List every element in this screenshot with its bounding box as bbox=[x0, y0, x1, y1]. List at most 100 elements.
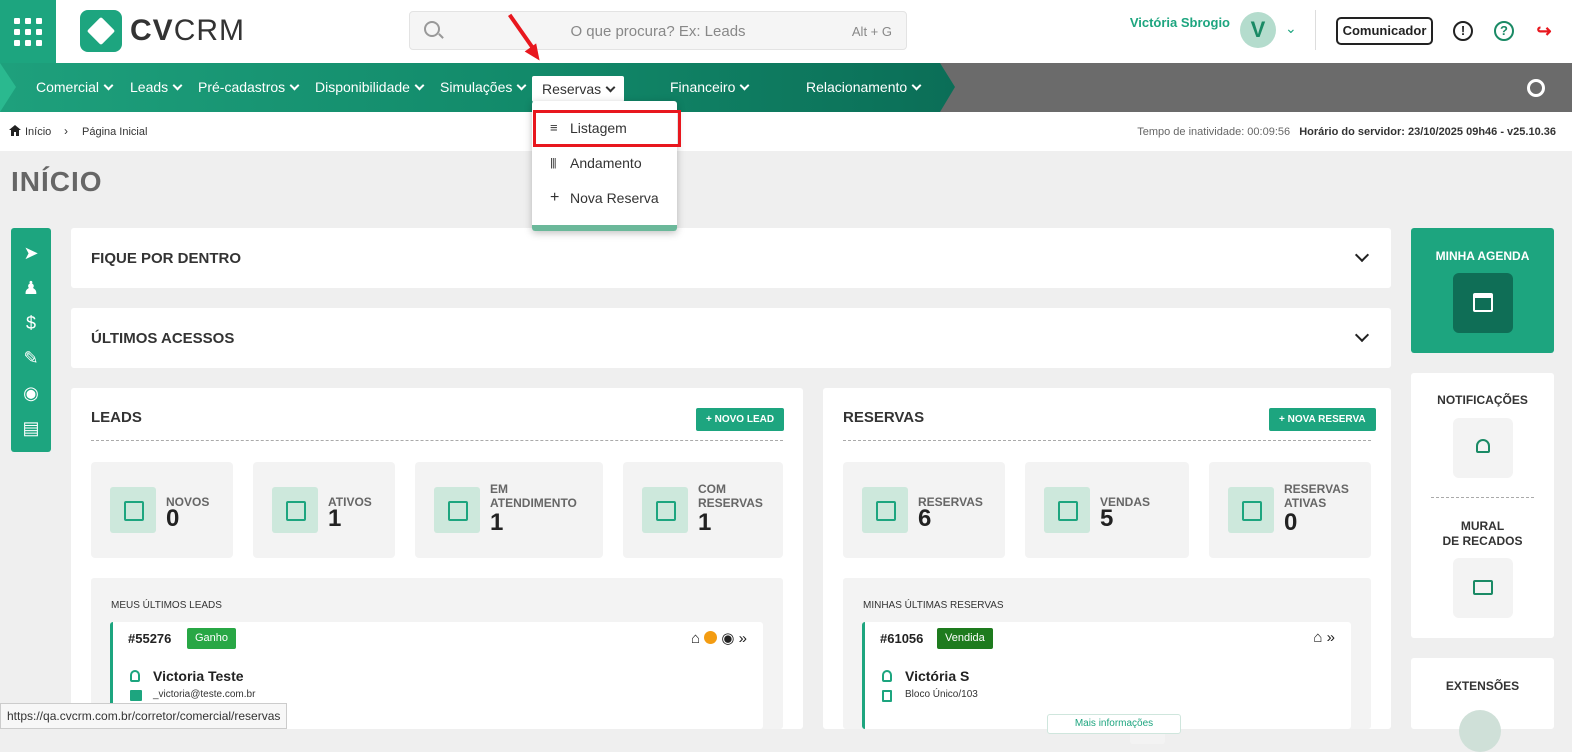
reserva-card[interactable]: #61056 Vendida ⌂ » Victória S Bloco Únic… bbox=[862, 622, 1351, 734]
menu-leads[interactable]: Leads bbox=[130, 63, 183, 112]
status-badge: Ganho bbox=[187, 628, 237, 649]
reservas-title: RESERVAS bbox=[843, 409, 925, 426]
plus-icon: + bbox=[550, 189, 560, 206]
menu-financeiro[interactable]: Financeiro bbox=[670, 63, 750, 112]
logo[interactable]: CVCRM bbox=[80, 10, 245, 52]
menu-relacionamento[interactable]: Relacionamento bbox=[806, 63, 922, 112]
reserva-actions: ⌂ » bbox=[1313, 629, 1335, 646]
inactivity-time: Tempo de inatividade: 00:09:56 bbox=[1137, 126, 1291, 138]
breadcrumb-home[interactable]: Início bbox=[25, 126, 51, 138]
users-icon[interactable]: ♟ bbox=[21, 278, 41, 298]
recent-reservas-title: MINHAS ÚLTIMAS RESERVAS bbox=[863, 600, 1004, 611]
building-icon bbox=[882, 690, 892, 702]
person-icon bbox=[130, 670, 140, 682]
dropdown-label: Nova Reserva bbox=[570, 190, 659, 206]
menu-disponibilidade[interactable]: Disponibilidade bbox=[315, 63, 425, 112]
leads-title: LEADS bbox=[91, 409, 142, 426]
divider bbox=[1315, 10, 1316, 50]
stat-value: 1 bbox=[490, 509, 504, 536]
status-dot-icon bbox=[704, 631, 718, 644]
chevron-down-icon[interactable]: ⌄ bbox=[1285, 20, 1297, 37]
stat-label: EM ATENDIMENTO bbox=[490, 482, 577, 510]
mural-icon[interactable] bbox=[1453, 558, 1513, 618]
breadcrumb: Início › Página Inicial Tempo de inativi… bbox=[0, 112, 1572, 151]
chevron-down-icon bbox=[739, 80, 750, 91]
dropdown-label: Andamento bbox=[570, 155, 642, 171]
logo-text-rest: CRM bbox=[173, 14, 246, 47]
edit-icon[interactable]: ✎ bbox=[21, 348, 41, 368]
divider bbox=[91, 440, 783, 441]
extension-icon[interactable] bbox=[1459, 710, 1501, 752]
mais-informacoes-button[interactable]: Mais informações bbox=[1047, 714, 1181, 734]
tag-icon[interactable]: ◉ bbox=[21, 383, 41, 403]
reserva-name[interactable]: Victória S bbox=[905, 668, 969, 684]
extensoes-title: EXTENSÕES bbox=[1445, 679, 1520, 693]
calendar-icon[interactable] bbox=[1453, 273, 1513, 333]
menu-simulacoes[interactable]: Simulações bbox=[440, 63, 527, 112]
novo-lead-button[interactable]: + NOVO LEAD bbox=[696, 408, 785, 431]
reservas-dropdown: ≡ Listagem ||| Andamento + Nova Reserva bbox=[532, 101, 677, 231]
fique-por-dentro-panel[interactable]: FIQUE POR DENTRO bbox=[71, 228, 1391, 288]
stat-ativos[interactable]: ATIVOS 1 bbox=[253, 462, 395, 558]
stat-reservas[interactable]: RESERVAS 6 bbox=[843, 462, 1005, 558]
stat-vendas[interactable]: VENDAS 5 bbox=[1025, 462, 1189, 558]
extensions-panel: EXTENSÕES bbox=[1411, 658, 1554, 752]
nova-reserva-button[interactable]: + NOVA RESERVA bbox=[1269, 408, 1376, 431]
comunicador-button[interactable]: Comunicador bbox=[1336, 17, 1433, 45]
menu-label: Pré-cadastros bbox=[198, 79, 286, 95]
chevron-down-icon[interactable] bbox=[1354, 247, 1370, 263]
dropdown-label: Listagem bbox=[570, 120, 627, 136]
chevron-down-icon bbox=[911, 80, 922, 91]
dropdown-item-nova-reserva[interactable]: + Nova Reserva bbox=[532, 181, 677, 215]
bell-icon[interactable] bbox=[1453, 418, 1513, 478]
lead-name[interactable]: Victoria Teste bbox=[153, 668, 244, 684]
recent-leads-title: MEUS ÚLTIMOS LEADS bbox=[111, 600, 222, 611]
gear-icon[interactable] bbox=[1527, 79, 1545, 97]
info-icon[interactable]: ! bbox=[1453, 21, 1473, 41]
stat-com-reservas[interactable]: COM RESERVAS 1 bbox=[623, 462, 783, 558]
double-chevron-icon[interactable]: » bbox=[1327, 629, 1335, 646]
top-bar: CVCRM O que procura? Ex: Leads Alt + G V… bbox=[0, 0, 1572, 744]
avatar[interactable]: V bbox=[1240, 12, 1276, 48]
menu-pre-cadastros[interactable]: Pré-cadastros bbox=[198, 63, 300, 112]
register-icon[interactable]: ▤ bbox=[21, 418, 41, 438]
logout-icon[interactable]: ↪ bbox=[1534, 21, 1554, 41]
minha-agenda-panel[interactable]: MINHA AGENDA bbox=[1411, 228, 1554, 353]
chevron-down-icon[interactable] bbox=[1354, 327, 1370, 343]
rocket-icon[interactable]: ➤ bbox=[21, 243, 41, 263]
ultimos-acessos-panel[interactable]: ÚLTIMOS ACESSOS bbox=[71, 308, 1391, 368]
divider bbox=[843, 440, 1371, 441]
fique-title: FIQUE POR DENTRO bbox=[91, 250, 242, 267]
mural-title-1: MURAL bbox=[1460, 519, 1505, 533]
menu-comercial[interactable]: Comercial bbox=[36, 63, 114, 112]
chevron-down-icon bbox=[289, 80, 300, 91]
stat-em-atendimento[interactable]: EM ATENDIMENTO 1 bbox=[415, 462, 603, 558]
list-icon: ≡ bbox=[550, 120, 558, 135]
dollar-icon[interactable]: $ bbox=[21, 313, 41, 333]
stat-reservas-ativas[interactable]: RESERVAS ATIVAS 0 bbox=[1209, 462, 1371, 558]
lead-email: _victoria@teste.com.br bbox=[153, 689, 256, 700]
search-box[interactable]: O que procura? Ex: Leads Alt + G bbox=[409, 11, 907, 50]
reserva-unit: Bloco Único/103 bbox=[905, 689, 978, 700]
menu-reservas[interactable]: Reservas bbox=[532, 76, 625, 102]
house-icon bbox=[272, 487, 318, 533]
home-icon[interactable]: ⌂ bbox=[691, 630, 700, 647]
logo-mark-icon bbox=[80, 10, 122, 52]
mural-title-2: DE RECADOS bbox=[1442, 534, 1523, 548]
dropdown-item-listagem[interactable]: ≡ Listagem bbox=[532, 111, 677, 145]
main-menu: Comercial Leads Pré-cadastros Disponibil… bbox=[0, 63, 1572, 112]
lead-id: #55276 bbox=[128, 631, 172, 646]
menu-label: Relacionamento bbox=[806, 79, 908, 95]
help-icon[interactable]: ? bbox=[1494, 21, 1514, 41]
search-placeholder: O que procura? Ex: Leads bbox=[570, 23, 746, 40]
user-info[interactable]: Victória Sbrogio teste1 bbox=[1129, 15, 1230, 744]
columns-icon: ||| bbox=[550, 157, 557, 169]
dropdown-item-andamento[interactable]: ||| Andamento bbox=[532, 146, 677, 180]
home-icon[interactable]: ⌂ bbox=[1313, 629, 1322, 646]
stat-label: RESERVAS ATIVAS bbox=[1284, 482, 1349, 510]
stat-novos[interactable]: NOVOS 0 bbox=[91, 462, 233, 558]
eye-icon[interactable]: ◉ bbox=[721, 630, 734, 647]
home-icon[interactable] bbox=[9, 125, 21, 136]
double-chevron-icon[interactable]: » bbox=[739, 630, 747, 647]
apps-grid-icon[interactable] bbox=[0, 0, 56, 63]
